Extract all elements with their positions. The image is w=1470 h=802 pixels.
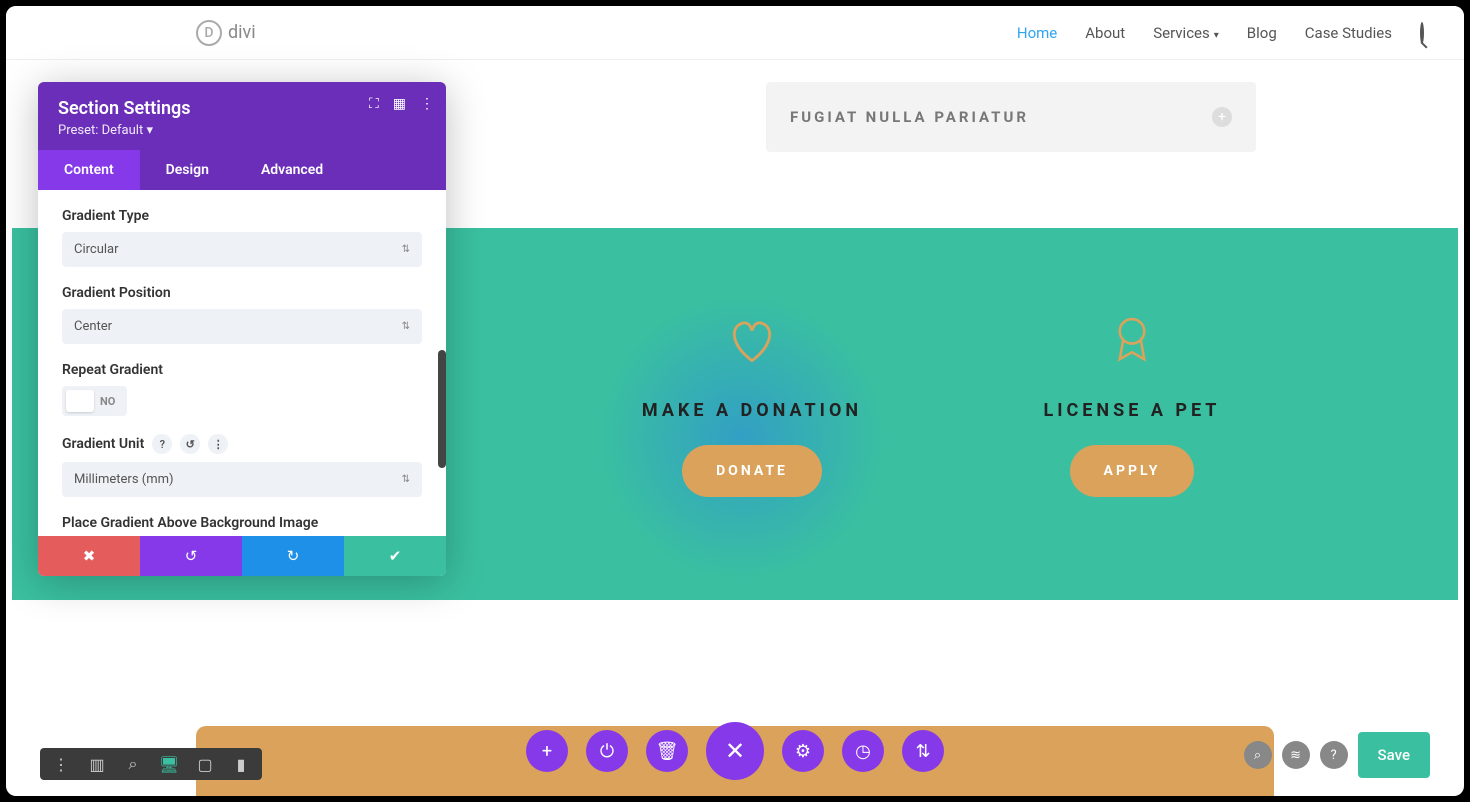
kebab-icon[interactable]: ⋮ [50, 755, 72, 774]
label-gradient-position: Gradient Position [62, 285, 422, 301]
desktop-icon[interactable]: 🖥 [158, 755, 180, 774]
chevron-down-icon: ▾ [1214, 30, 1219, 41]
tablet-icon[interactable]: ▢ [194, 755, 216, 774]
logo-mark: D [196, 20, 222, 46]
clock-icon[interactable]: ◷ [842, 730, 884, 772]
search-icon[interactable]: ⌕ [1244, 741, 1272, 769]
toggle-value: NO [100, 395, 123, 408]
apply-button[interactable]: APPLY [1070, 445, 1195, 497]
panel-footer: ✖ ↺ ↻ ✔ [38, 536, 446, 576]
select-gradient-position[interactable]: Center [62, 309, 422, 344]
expand-icon[interactable]: ⛶ [369, 96, 379, 112]
close-button[interactable]: ✕ [706, 722, 764, 780]
panel-header[interactable]: Section Settings Preset: Default ▾ ⛶ ▦ ⋮ [38, 82, 446, 150]
reset-icon[interactable]: ↺ [180, 434, 200, 454]
undo-button[interactable]: ↺ [140, 536, 242, 576]
grid-icon[interactable]: ▦ [393, 96, 406, 112]
redo-button[interactable]: ↻ [242, 536, 344, 576]
label-gradient-unit: Gradient Unit ? ↺ ⋮ [62, 434, 422, 454]
phone-icon[interactable]: ▮ [230, 755, 252, 774]
panel-tabs: Content Design Advanced [38, 150, 446, 190]
tab-content[interactable]: Content [38, 150, 140, 190]
nav-case-studies[interactable]: Case Studies [1305, 24, 1392, 42]
brand-name: divi [228, 22, 256, 43]
nav-services[interactable]: Services▾ [1153, 24, 1219, 42]
cta-heading: MAKE A DONATION [602, 400, 902, 421]
cta-heading: LICENSE A PET [982, 400, 1282, 421]
trash-icon[interactable]: 🗑 [646, 730, 688, 772]
award-ribbon-icon [1100, 308, 1164, 372]
top-nav: D divi Home About Services▾ Blog Case St… [6, 6, 1464, 60]
wireframe-icon[interactable]: ▥ [86, 755, 108, 774]
kebab-icon[interactable]: ⋮ [208, 434, 228, 454]
help-icon[interactable]: ? [152, 434, 172, 454]
view-toolbar: ⋮ ▥ ⌕ 🖥 ▢ ▮ [40, 748, 262, 780]
sort-icon[interactable]: ⇅ [902, 730, 944, 772]
layers-icon[interactable]: ≋ [1282, 741, 1310, 769]
accordion-item[interactable]: FUGIAT NULLA PARIATUR + [766, 82, 1256, 152]
nav-home[interactable]: Home [1017, 24, 1057, 42]
tab-advanced[interactable]: Advanced [235, 150, 349, 190]
panel-preset[interactable]: Preset: Default ▾ [58, 123, 426, 138]
toggle-handle [66, 390, 94, 412]
search-icon[interactable] [1420, 24, 1424, 42]
gear-icon[interactable]: ⚙ [782, 730, 824, 772]
zoom-icon[interactable]: ⌕ [122, 754, 144, 774]
heart-icon [720, 308, 784, 372]
donate-button[interactable]: DONATE [682, 445, 822, 497]
brand-logo: D divi [196, 20, 256, 46]
scrollbar-thumb[interactable] [438, 350, 446, 468]
label-gradient-type: Gradient Type [62, 208, 422, 224]
confirm-button[interactable]: ✔ [344, 536, 446, 576]
action-toolbar: + ⏻ 🗑 ✕ ⚙ ◷ ⇅ [526, 722, 944, 780]
nav-blog[interactable]: Blog [1247, 24, 1277, 42]
save-button[interactable]: Save [1358, 732, 1430, 778]
kebab-icon[interactable]: ⋮ [420, 96, 434, 112]
power-icon[interactable]: ⏻ [586, 730, 628, 772]
select-gradient-unit[interactable]: Millimeters (mm) [62, 462, 422, 497]
panel-body: Gradient Type Circular Gradient Position… [38, 190, 446, 536]
label-repeat-gradient: Repeat Gradient [62, 362, 422, 378]
plus-icon: + [1212, 107, 1232, 127]
add-button[interactable]: + [526, 730, 568, 772]
accordion-title: FUGIAT NULLA PARIATUR [790, 108, 1029, 126]
tab-design[interactable]: Design [140, 150, 235, 190]
meta-toolbar: ⌕ ≋ ? Save [1244, 732, 1430, 778]
cta-license: LICENSE A PET APPLY [982, 308, 1282, 497]
select-gradient-type[interactable]: Circular [62, 232, 422, 267]
chevron-down-icon: ▾ [146, 123, 153, 138]
nav-about[interactable]: About [1085, 24, 1125, 42]
nav-items: Home About Services▾ Blog Case Studies [1017, 24, 1424, 42]
toggle-repeat-gradient[interactable]: NO [62, 386, 127, 416]
cancel-button[interactable]: ✖ [38, 536, 140, 576]
cta-donation: MAKE A DONATION DONATE [602, 308, 902, 497]
help-icon[interactable]: ? [1320, 741, 1348, 769]
label-place-above: Place Gradient Above Background Image [62, 515, 422, 531]
settings-panel: Section Settings Preset: Default ▾ ⛶ ▦ ⋮… [38, 82, 446, 576]
